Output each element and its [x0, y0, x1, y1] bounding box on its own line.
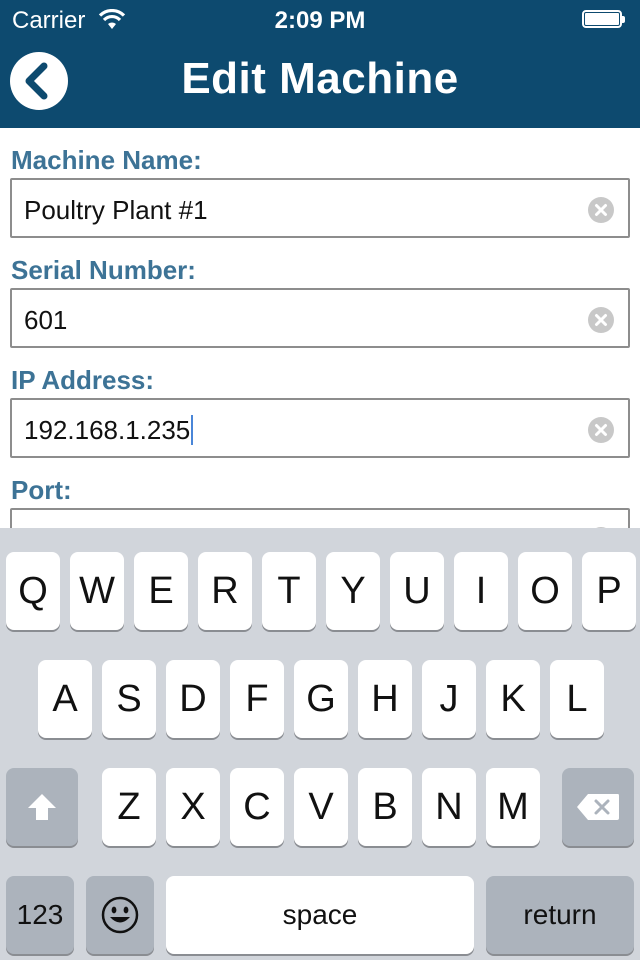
key-o[interactable]: O — [518, 552, 572, 630]
machine-name-value: Poultry Plant #1 — [24, 195, 208, 225]
key-n[interactable]: N — [422, 768, 476, 846]
serial-number-label: Serial Number: — [11, 255, 196, 285]
status-bar: Carrier 2:09 PM — [0, 0, 640, 40]
shift-icon — [28, 794, 56, 820]
backspace-icon — [577, 794, 619, 820]
status-time: 2:09 PM — [274, 7, 366, 34]
page-title: Edit Machine — [181, 54, 459, 103]
key-w[interactable]: W — [70, 552, 124, 630]
key-r[interactable]: R — [198, 552, 252, 630]
key-q[interactable]: Q — [6, 552, 60, 630]
key-y[interactable]: Y — [326, 552, 380, 630]
battery-icon — [582, 10, 626, 30]
emoji-icon — [101, 896, 139, 934]
space-key[interactable]: space — [166, 876, 474, 954]
key-i[interactable]: I — [454, 552, 508, 630]
machine-name-label: Machine Name: — [11, 145, 202, 175]
key-f[interactable]: F — [230, 660, 284, 738]
delete-key[interactable] — [562, 768, 634, 846]
machine-name-field[interactable]: Poultry Plant #1 — [10, 178, 630, 238]
key-p[interactable]: P — [582, 552, 636, 630]
key-l[interactable]: L — [550, 660, 604, 738]
key-x[interactable]: X — [166, 768, 220, 846]
ip-address-value-wrap: 192.168.1.235 — [24, 415, 194, 446]
shift-key[interactable] — [6, 768, 78, 846]
key-k[interactable]: K — [486, 660, 540, 738]
key-j[interactable]: J — [422, 660, 476, 738]
key-z[interactable]: Z — [102, 768, 156, 846]
key-c[interactable]: C — [230, 768, 284, 846]
text-cursor — [191, 415, 194, 445]
key-b[interactable]: B — [358, 768, 412, 846]
navigation-bar: Carrier 2:09 PM Edit Machine — [0, 0, 640, 128]
key-a[interactable]: A — [38, 660, 92, 738]
key-v[interactable]: V — [294, 768, 348, 846]
key-g[interactable]: G — [294, 660, 348, 738]
key-m[interactable]: M — [486, 768, 540, 846]
key-u[interactable]: U — [390, 552, 444, 630]
return-key[interactable]: return — [486, 876, 634, 954]
key-d[interactable]: D — [166, 660, 220, 738]
clear-icon[interactable] — [588, 197, 614, 223]
key-h[interactable]: H — [358, 660, 412, 738]
ip-address-label: IP Address: — [11, 365, 155, 395]
serial-number-value: 601 — [24, 305, 68, 335]
keyboard: Q W E R T Y U I O P A S D F G H J K L Z … — [0, 528, 640, 960]
port-label: Port: — [11, 475, 72, 505]
numbers-key[interactable]: 123 — [6, 876, 74, 954]
serial-number-field[interactable]: 601 — [10, 288, 630, 348]
emoji-key[interactable] — [86, 876, 154, 954]
key-t[interactable]: T — [262, 552, 316, 630]
key-e[interactable]: E — [134, 552, 188, 630]
key-s[interactable]: S — [102, 660, 156, 738]
clear-icon[interactable] — [588, 417, 614, 443]
edit-machine-form: Machine Name: Poultry Plant #1 Serial Nu… — [0, 128, 640, 568]
ip-address-value: 192.168.1.235 — [24, 415, 191, 445]
ip-address-field[interactable]: 192.168.1.235 — [10, 398, 630, 458]
clear-icon[interactable] — [588, 307, 614, 333]
